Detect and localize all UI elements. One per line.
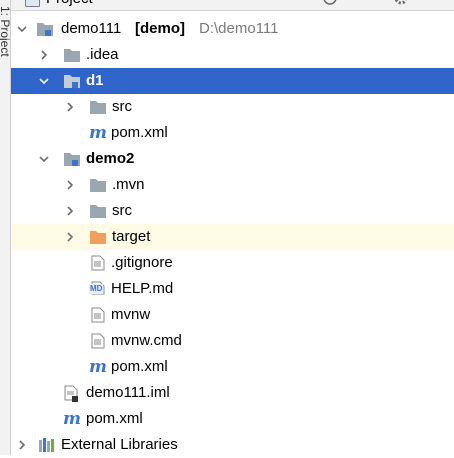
locate-icon[interactable] [322,0,338,6]
tree-node-mvnw-cmd[interactable]: mvnw.cmd [11,328,454,354]
chevron-right-icon[interactable] [37,42,51,68]
chevron-right-icon[interactable] [63,198,77,224]
module-folder-icon [63,68,81,94]
demo2-pom-label: pom.xml [111,358,168,375]
chevron-down-icon[interactable] [37,146,51,172]
text-file-icon [91,250,109,276]
tree-node-demo2-target[interactable]: target [11,224,454,250]
tree-node-gitignore[interactable]: .gitignore [11,250,454,276]
text-file-icon [91,302,109,328]
demo2-mvn-label: .mvn [112,176,145,193]
library-icon [38,432,56,458]
demo2-target-label: target [112,228,151,245]
module-tag: [demo] [135,20,185,37]
chevron-down-icon[interactable] [37,68,51,94]
tree-node-d1[interactable]: d1 [11,68,454,94]
d1-src-label: src [112,98,132,115]
tree-node-root-pom[interactable]: m pom.xml [11,406,454,432]
chevron-right-icon[interactable] [63,172,77,198]
folder-icon [63,42,81,68]
mvnw-cmd-label: mvnw.cmd [111,332,182,349]
help-md-label: HELP.md [111,280,174,297]
tree-node-demo2-src[interactable]: src [11,198,454,224]
iml-label: demo111.iml [86,384,170,401]
root-name: demo111 [61,20,122,37]
project-tree: demo111 [demo] D:\demo111 .idea d1 src m… [11,16,454,458]
demo2-label: demo2 [86,150,135,167]
d1-label: d1 [86,72,104,89]
project-panel-header: Project [11,0,454,11]
demo2-src-label: src [112,202,132,219]
gear-icon[interactable] [393,0,409,6]
d1-pom-label: pom.xml [111,124,168,141]
external-libraries-label: External Libraries [61,436,178,453]
project-view-icon [25,0,40,7]
excluded-folder-icon [89,224,107,250]
chevron-down-icon[interactable] [15,16,29,42]
tree-node-demo2-pom[interactable]: m pom.xml [11,354,454,380]
text-file-icon [91,328,109,354]
tree-node-demo2-mvn[interactable]: .mvn [11,172,454,198]
tree-node-external-libraries[interactable]: External Libraries [11,432,454,458]
idea-label: .idea [86,46,119,63]
mvnw-label: mvnw [111,306,151,323]
tree-node-help-md[interactable]: MD HELP.md [11,276,454,302]
folder-icon [89,198,107,224]
tree-node-mvnw[interactable]: mvnw [11,302,454,328]
root-pom-label: pom.xml [86,410,143,427]
folder-icon [89,172,107,198]
maven-icon: m [89,123,107,143]
tree-node-d1-src[interactable]: src [11,94,454,120]
iml-file-icon [64,380,82,406]
project-view-title[interactable]: Project [46,0,93,8]
md-badge: MD [89,284,104,294]
maven-icon: m [89,357,107,377]
chevron-right-icon[interactable] [63,224,77,250]
root-path: D:\demo111 [199,20,279,37]
tree-node-iml[interactable]: demo111.iml [11,380,454,406]
hide-panel-icon[interactable] [422,0,438,6]
tree-node-idea[interactable]: .idea [11,42,454,68]
chevron-right-icon[interactable] [15,432,29,458]
module-folder-icon [36,16,54,42]
tree-node-d1-pom[interactable]: m pom.xml [11,120,454,146]
tree-node-root[interactable]: demo111 [demo] D:\demo111 [11,16,454,42]
project-tool-window-stripe[interactable]: 1: Project [0,0,11,455]
chevron-right-icon[interactable] [63,94,77,120]
module-folder-icon [63,146,81,172]
gitignore-label: .gitignore [111,254,173,271]
folder-icon [89,94,107,120]
tree-node-demo2[interactable]: demo2 [11,146,454,172]
project-stripe-label[interactable]: 1: Project [0,6,10,57]
maven-icon: m [63,409,81,429]
